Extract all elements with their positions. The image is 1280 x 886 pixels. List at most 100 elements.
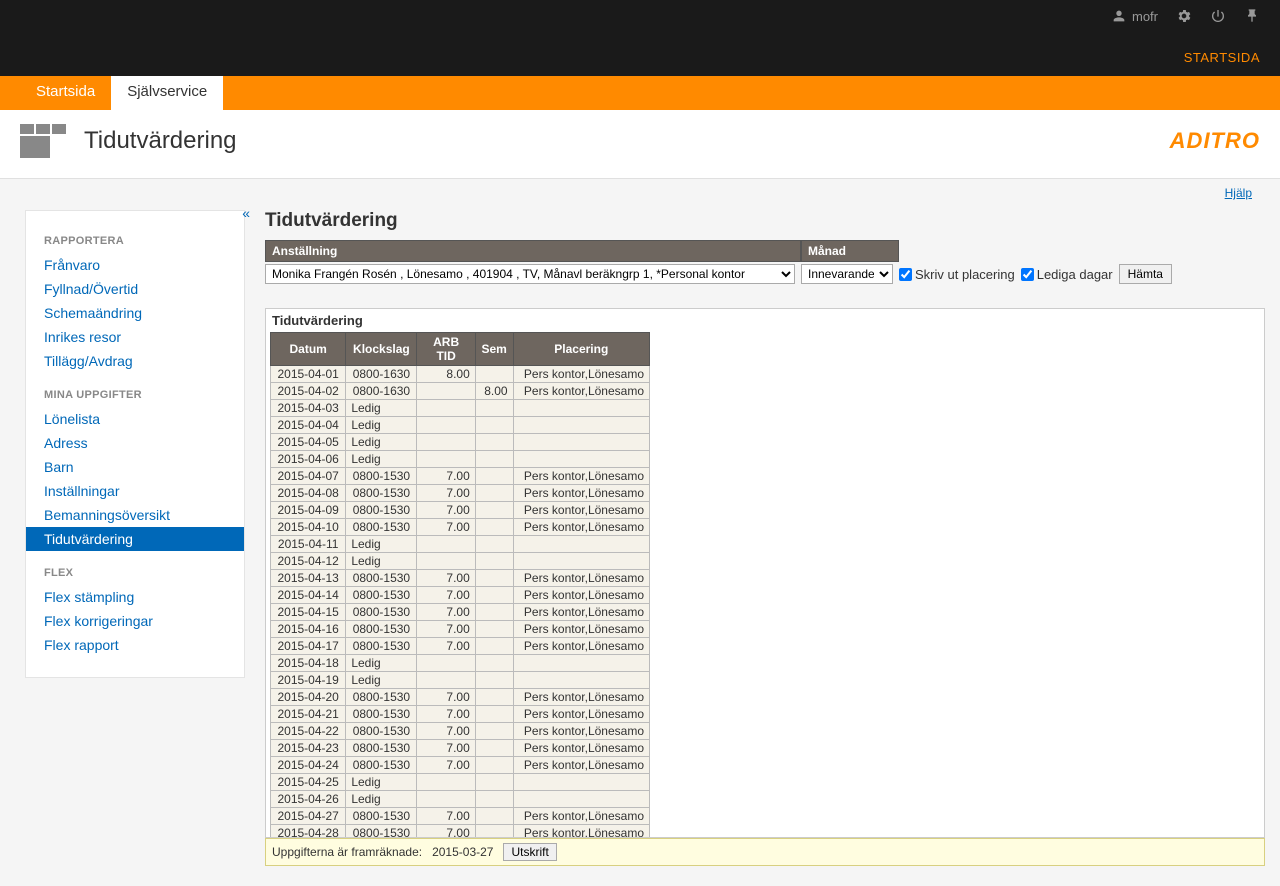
cell-arbtid — [417, 451, 475, 468]
cell-arbtid — [417, 774, 475, 791]
cell-datum: 2015-04-20 — [271, 689, 346, 706]
cell-arbtid: 7.00 — [417, 723, 475, 740]
cell-klockslag: 0800-1530 — [346, 502, 417, 519]
fetch-button[interactable]: Hämta — [1119, 264, 1172, 284]
tab-startsida[interactable]: Startsida — [20, 76, 111, 110]
checkbox-lediga[interactable] — [1021, 268, 1034, 281]
checkbox-placering-label[interactable]: Skriv ut placering — [899, 267, 1015, 282]
help-link[interactable]: Hjälp — [1225, 186, 1252, 200]
cell-placering — [513, 791, 649, 808]
cell-placering: Pers kontor,Lönesamo — [513, 825, 649, 839]
footer-bar: Uppgifterna är framräknade: 2015-03-27 U… — [265, 838, 1265, 866]
cell-datum: 2015-04-10 — [271, 519, 346, 536]
sidebar-item-franvaro[interactable]: Frånvaro — [26, 253, 244, 277]
sidebar-item-schema[interactable]: Schemaändring — [26, 301, 244, 325]
cell-klockslag: 0800-1530 — [346, 604, 417, 621]
cell-klockslag: 0800-1530 — [346, 468, 417, 485]
table-row: 2015-04-25Ledig — [271, 774, 650, 791]
cell-arbtid: 7.00 — [417, 485, 475, 502]
table-row: 2015-04-210800-15307.00Pers kontor,Lönes… — [271, 706, 650, 723]
cell-klockslag: 0800-1530 — [346, 570, 417, 587]
gear-icon[interactable] — [1176, 8, 1192, 24]
cell-arbtid: 7.00 — [417, 468, 475, 485]
cell-klockslag: Ledig — [346, 536, 417, 553]
cell-arbtid: 7.00 — [417, 638, 475, 655]
select-anstallning[interactable]: Monika Frangén Rosén , Lönesamo , 401904… — [265, 264, 795, 284]
cell-klockslag: Ledig — [346, 451, 417, 468]
cell-arbtid: 7.00 — [417, 604, 475, 621]
startsida-link[interactable]: STARTSIDA — [1184, 50, 1260, 65]
cell-sem — [475, 655, 513, 672]
table-scroll[interactable]: Tidutvärdering Datum Klockslag ARB TID S… — [265, 308, 1265, 838]
tab-sjalvservice[interactable]: Självservice — [111, 76, 223, 110]
table-row: 2015-04-150800-15307.00Pers kontor,Lönes… — [271, 604, 650, 621]
cell-arbtid: 7.00 — [417, 740, 475, 757]
checkbox-lediga-label[interactable]: Lediga dagar — [1021, 267, 1113, 282]
cell-datum: 2015-04-16 — [271, 621, 346, 638]
sidebar-item-fyllnad[interactable]: Fyllnad/Övertid — [26, 277, 244, 301]
sidebar-item-bemanning[interactable]: Bemanningsöversikt — [26, 503, 244, 527]
cell-klockslag: 0800-1530 — [346, 621, 417, 638]
sidebar-item-inrikes[interactable]: Inrikes resor — [26, 325, 244, 349]
sidebar-item-flex-stampling[interactable]: Flex stämpling — [26, 585, 244, 609]
sidebar-item-tillagg[interactable]: Tillägg/Avdrag — [26, 349, 244, 373]
sidebar-item-adress[interactable]: Adress — [26, 431, 244, 455]
sidebar-item-installningar[interactable]: Inställningar — [26, 479, 244, 503]
table-row: 2015-04-18Ledig — [271, 655, 650, 672]
cell-arbtid: 7.00 — [417, 519, 475, 536]
cell-placering: Pers kontor,Lönesamo — [513, 502, 649, 519]
sidebar-item-flex-korr[interactable]: Flex korrigeringar — [26, 609, 244, 633]
col-sem: Sem — [475, 333, 513, 366]
header-row: Tidutvärdering ADITRO — [0, 110, 1280, 179]
cell-placering: Pers kontor,Lönesamo — [513, 468, 649, 485]
cell-datum: 2015-04-28 — [271, 825, 346, 839]
cell-arbtid: 7.00 — [417, 825, 475, 839]
pin-icon[interactable] — [1244, 8, 1260, 24]
cell-datum: 2015-04-24 — [271, 757, 346, 774]
cell-datum: 2015-04-13 — [271, 570, 346, 587]
cell-klockslag: Ledig — [346, 417, 417, 434]
cell-datum: 2015-04-01 — [271, 366, 346, 383]
sidebar-item-flex-rapport[interactable]: Flex rapport — [26, 633, 244, 657]
cell-klockslag: 0800-1530 — [346, 519, 417, 536]
cell-sem — [475, 434, 513, 451]
print-button[interactable]: Utskrift — [503, 843, 556, 861]
cell-datum: 2015-04-25 — [271, 774, 346, 791]
topbar: mofr STARTSIDA — [0, 0, 1280, 76]
cell-sem — [475, 536, 513, 553]
footer-label: Uppgifterna är framräknade: — [272, 845, 422, 859]
table-row: 2015-04-240800-15307.00Pers kontor,Lönes… — [271, 757, 650, 774]
cell-sem — [475, 485, 513, 502]
cell-klockslag: 0800-1630 — [346, 366, 417, 383]
cell-placering — [513, 774, 649, 791]
cell-arbtid — [417, 655, 475, 672]
table-row: 2015-04-070800-15307.00Pers kontor,Lönes… — [271, 468, 650, 485]
cell-arbtid: 7.00 — [417, 621, 475, 638]
sidebar-item-tidutvardering[interactable]: Tidutvärdering — [26, 527, 244, 551]
cell-placering: Pers kontor,Lönesamo — [513, 723, 649, 740]
col-klockslag: Klockslag — [346, 333, 417, 366]
cell-arbtid: 7.00 — [417, 587, 475, 604]
cell-klockslag: Ledig — [346, 791, 417, 808]
cell-placering — [513, 451, 649, 468]
table-row: 2015-04-280800-15307.00Pers kontor,Lönes… — [271, 825, 650, 839]
cell-placering — [513, 672, 649, 689]
cell-sem — [475, 502, 513, 519]
power-icon[interactable] — [1210, 8, 1226, 24]
cell-datum: 2015-04-17 — [271, 638, 346, 655]
cell-placering — [513, 536, 649, 553]
sidebar-item-barn[interactable]: Barn — [26, 455, 244, 479]
sidebar-item-lonelista[interactable]: Lönelista — [26, 407, 244, 431]
cell-arbtid: 7.00 — [417, 570, 475, 587]
cell-placering — [513, 655, 649, 672]
cell-sem — [475, 519, 513, 536]
cell-datum: 2015-04-14 — [271, 587, 346, 604]
select-manad[interactable]: Innevarande — [801, 264, 893, 284]
checkbox-placering[interactable] — [899, 268, 912, 281]
cell-arbtid — [417, 672, 475, 689]
cell-placering: Pers kontor,Lönesamo — [513, 366, 649, 383]
cell-sem — [475, 706, 513, 723]
main-title: Tidutvärdering — [265, 210, 1265, 232]
cell-datum: 2015-04-22 — [271, 723, 346, 740]
collapse-sidebar-icon[interactable]: « — [242, 205, 250, 221]
